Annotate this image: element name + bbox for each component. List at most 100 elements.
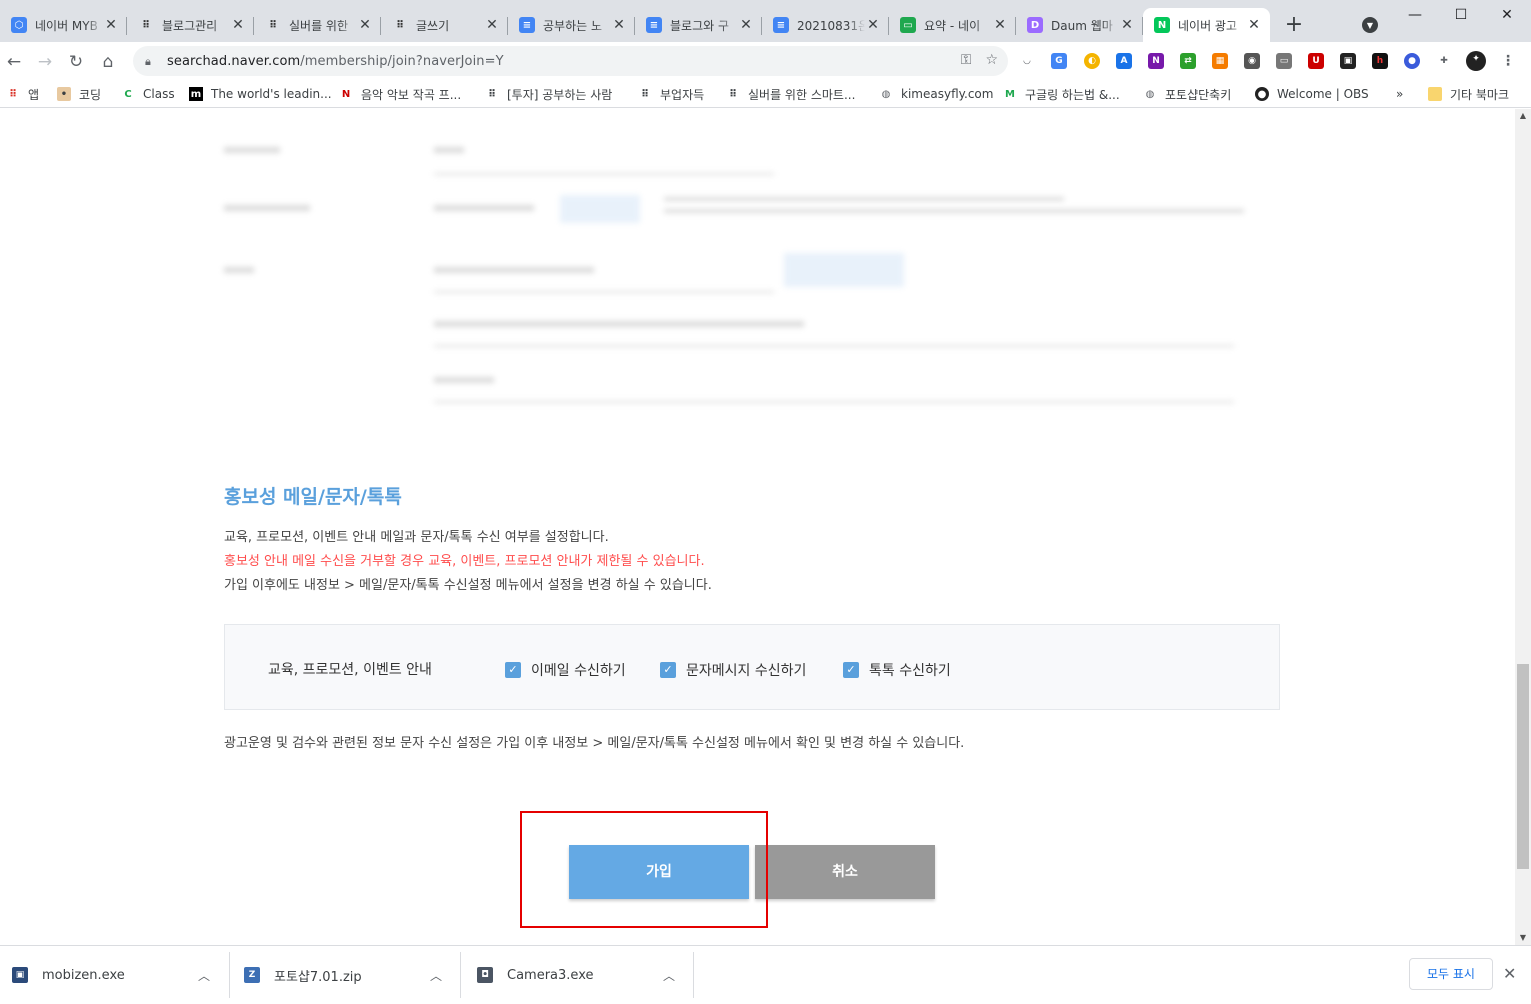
bookmark-label: The world's leadin... [211,87,332,101]
download-item[interactable]: ▣ mobizen.exe ︿ [12,946,222,1004]
bookmark-item[interactable]: ⠿ 부업자득 [638,85,704,103]
extension-icon[interactable]: ▣ [1340,53,1356,69]
bookmark-item[interactable]: N 음악 악보 작곡 프... [339,85,461,103]
checkbox-label: 이메일 수신하기 [531,663,626,679]
talktalk-checkbox[interactable]: ✓ 톡톡 수신하기 [843,660,951,680]
close-icon[interactable]: ✕ [357,17,373,33]
bookmark-item[interactable]: ⠿ [투자] 공부하는 사람 [485,85,612,103]
dog-icon: • [57,87,71,101]
tab-1[interactable]: ⠿ 블로그관리 ✕ [127,8,254,42]
page-scrollbar[interactable]: ▲ ▼ [1515,109,1531,945]
extension-icon[interactable]: ⇄ [1180,53,1196,69]
tab-0[interactable]: ⬡ 네이버 MYB ✕ [0,8,127,42]
minimize-button[interactable]: — [1390,0,1440,30]
lock-icon[interactable]: 🔒︎ [145,55,157,68]
tab-4[interactable]: ≡ 공부하는 노 ✕ [508,8,635,42]
folder-icon [1428,87,1442,101]
avatar[interactable]: ✦ [1466,51,1486,71]
onenote-icon[interactable]: N [1148,53,1164,69]
home-button[interactable]: ⌂ [96,50,120,74]
bookmark-item[interactable]: ● Welcome | OBS [1255,85,1369,103]
bookmark-item[interactable]: C Class [121,85,174,103]
bookmarks-more-button[interactable]: » [1396,85,1403,103]
tab-title: 20210831온 [797,18,865,33]
close-window-button[interactable]: ✕ [1482,0,1531,30]
extension-icon[interactable]: h [1372,53,1388,69]
dots-icon: ⠿ [396,19,404,31]
close-icon[interactable]: ✕ [484,17,500,33]
highlight-annotation-box [520,811,768,928]
bookmark-item[interactable]: ⠿ 앱 [6,85,39,103]
url-host: searchad.naver.com [167,53,301,69]
tab-3[interactable]: ⠿ 글쓰기 ✕ [381,8,508,42]
back-button[interactable]: ← [2,50,26,74]
extension-icon[interactable]: ▭ [1276,53,1292,69]
email-checkbox[interactable]: ✓ 이메일 수신하기 [505,660,626,680]
tab-title: 네이버 MYB [35,18,98,33]
address-bar[interactable]: 🔒︎ searchad.naver.com/membership/join?na… [133,46,1008,76]
tab-title: 글쓰기 [416,18,450,33]
download-item[interactable]: ◘ Camera3.exe ︿ [477,946,687,1004]
close-icon[interactable]: ✕ [1503,964,1516,983]
forward-button[interactable]: → [33,50,57,74]
extension-icon[interactable]: ● [1404,53,1420,69]
tab-7[interactable]: ▭ 요약 - 네이 ✕ [889,8,1016,42]
close-icon[interactable]: ✕ [611,17,627,33]
cancel-button[interactable]: 취소 [755,845,935,899]
maximize-button[interactable]: ☐ [1436,0,1486,30]
bookmark-item[interactable]: • 코딩 [57,85,101,103]
translate-icon[interactable]: G [1051,53,1067,69]
chevron-up-icon[interactable]: ︿ [198,967,210,984]
tab-search-icon[interactable]: ▼ [1362,17,1378,33]
bookmark-label: 앱 [28,87,40,102]
download-item[interactable]: Z 포토샵7.01.zip ︿ [244,946,454,1004]
close-icon[interactable]: ✕ [992,17,1008,33]
ublock-icon[interactable]: U [1308,53,1324,69]
show-all-downloads-button[interactable]: 모두 표시 [1409,958,1493,990]
checkmark-icon: ✓ [843,662,859,678]
chevron-up-icon[interactable]: ︿ [430,967,442,984]
tab-title: 공부하는 노 [543,18,603,33]
puzzle-icon[interactable]: ✚ [1436,53,1452,69]
extension-icon[interactable]: A [1116,53,1132,69]
key-icon[interactable]: ⚿ [961,52,972,68]
close-icon[interactable]: ✕ [865,17,881,33]
scroll-down-arrow[interactable]: ▼ [1515,931,1531,945]
extension-icon[interactable]: ▦ [1212,53,1228,69]
bookmark-item[interactable]: ⠿ 실버를 위한 스마트... [726,85,855,103]
pocket-icon[interactable]: ◡ [1019,53,1035,69]
extension-icon[interactable]: ◐ [1084,53,1100,69]
close-icon[interactable]: ✕ [230,17,246,33]
close-icon[interactable]: ✕ [1246,17,1262,33]
new-tab-button[interactable]: + [1280,12,1308,40]
sms-checkbox[interactable]: ✓ 문자메시지 수신하기 [660,660,806,680]
tab-5[interactable]: ≡ 블로그와 구 ✕ [635,8,762,42]
close-icon[interactable]: ✕ [103,17,119,33]
tab-title: Daum 웹마 [1051,18,1113,33]
checkbox-label: 톡톡 수신하기 [869,663,951,679]
bookmark-item[interactable]: ◍ kimeasyfly.com [879,85,994,103]
tab-title: 블로그관리 [162,18,218,33]
obs-icon: ● [1255,87,1269,101]
bookmark-label: kimeasyfly.com [901,87,994,101]
menu-icon[interactable]: ⋮ [1500,53,1516,69]
chevron-up-icon[interactable]: ︿ [663,967,675,984]
tab-6[interactable]: ≡ 20210831온 ✕ [762,8,889,42]
extension-icon[interactable]: ◉ [1244,53,1260,69]
dots-icon: ⠿ [641,88,649,100]
bookmark-item[interactable]: ◍ 포토샵단축키 [1143,85,1232,103]
reload-button[interactable]: ↻ [64,50,88,74]
tab-8[interactable]: D Daum 웹마 ✕ [1016,8,1143,42]
download-filename: mobizen.exe [42,967,125,983]
tab-9-active[interactable]: N 네이버 광고 ✕ [1143,8,1270,42]
scroll-thumb[interactable] [1517,664,1529,869]
bookmark-item[interactable]: M 구글링 하는법 &... [1003,85,1120,103]
tab-2[interactable]: ⠿ 실버를 위한 ✕ [254,8,381,42]
star-icon[interactable]: ☆ [985,52,998,68]
close-icon[interactable]: ✕ [738,17,754,33]
bookmark-item[interactable]: m The world's leadin... [189,85,332,103]
tab-strip: ⬡ 네이버 MYB ✕ ⠿ 블로그관리 ✕ ⠿ 실버를 위한 ✕ ⠿ 글쓰기 ✕ ≡ 공부하는 노… [0,0,1531,42]
scroll-up-arrow[interactable]: ▲ [1515,109,1531,123]
bookmark-folder[interactable]: 기타 북마크 [1428,85,1509,103]
close-icon[interactable]: ✕ [1119,17,1135,33]
